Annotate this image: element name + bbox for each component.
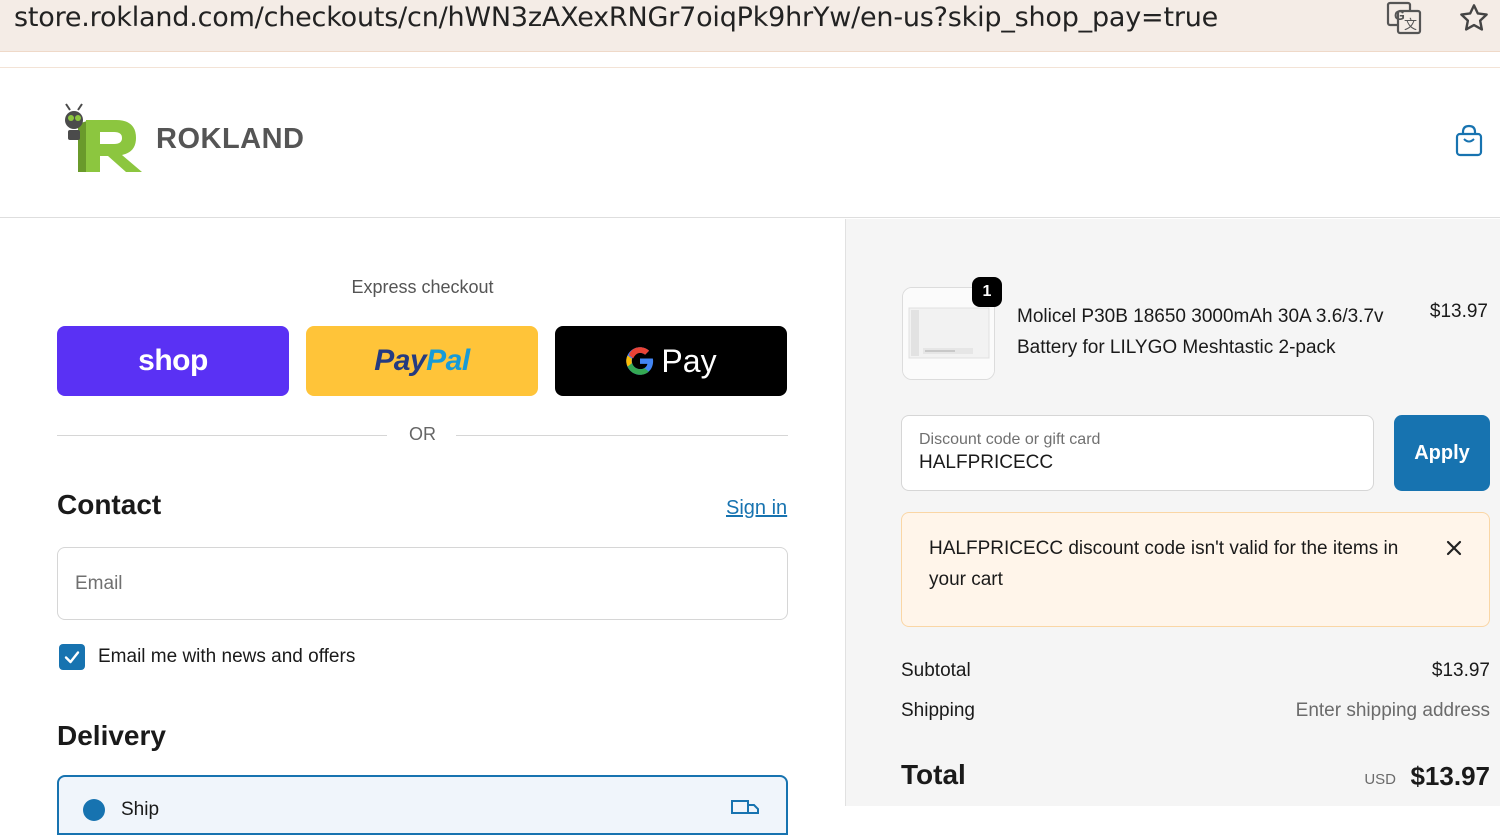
alert-message: HALFPRICECC discount code isn't valid fo… <box>929 538 1399 590</box>
radio-selected-icon <box>83 799 105 821</box>
toolbar-strip <box>0 52 1500 68</box>
cart-bag-icon[interactable] <box>1454 124 1484 163</box>
shipping-value: Enter shipping address <box>1295 700 1490 721</box>
contact-heading: Contact <box>57 489 162 520</box>
bookmark-star-icon[interactable] <box>1454 0 1494 36</box>
svg-text:文: 文 <box>1404 18 1417 33</box>
product-price: $13.97 <box>1429 301 1488 322</box>
shipping-label: Shipping <box>901 700 975 721</box>
express-checkout-label: Express checkout <box>351 277 494 297</box>
paypal-button[interactable]: PayPal <box>306 326 538 396</box>
quantity-badge: 1 <box>972 277 1002 307</box>
shop-pay-button[interactable]: shop <box>57 326 289 396</box>
truck-icon <box>731 800 759 814</box>
or-divider: OR <box>57 423 788 447</box>
subtotal-value: $13.97 <box>1431 660 1490 681</box>
discount-field-label: Discount code or gift card <box>919 431 1101 448</box>
order-summary-column: 1 Molicel P30B 18650 3000mAh 30A 3.6/3.7… <box>845 219 1500 806</box>
news-offers-checkbox[interactable] <box>59 644 85 670</box>
currency-code: USD <box>1364 771 1396 788</box>
divider-line-right <box>456 435 788 436</box>
google-g-icon <box>626 347 654 375</box>
total-label: Total <box>901 759 966 790</box>
store-logo[interactable]: ROKLAND <box>60 102 305 176</box>
subtotal-label: Subtotal <box>901 660 971 681</box>
browser-address-bar: store.rokland.com/checkouts/cn/hWN3zAXex… <box>0 0 1500 52</box>
google-pay-label: Pay <box>661 342 717 379</box>
paypal-label: PayPal <box>374 344 470 377</box>
checkmark-icon <box>64 651 80 664</box>
delivery-option-ship[interactable]: Ship <box>57 775 788 835</box>
url-text[interactable]: store.rokland.com/checkouts/cn/hWN3zAXex… <box>14 2 1218 33</box>
sign-in-link[interactable]: Sign in <box>726 497 787 520</box>
total-value: $13.97 <box>1410 761 1490 791</box>
logo-text: ROKLAND <box>156 122 305 155</box>
google-pay-button[interactable]: Pay <box>555 326 787 396</box>
store-header: ROKLAND <box>0 68 1500 218</box>
news-offers-label: Email me with news and offers <box>98 646 356 667</box>
translate-icon[interactable]: G 文 <box>1384 0 1424 36</box>
delivery-heading: Delivery <box>57 720 166 751</box>
news-offers-checkbox-row[interactable]: Email me with news and offers <box>59 644 355 670</box>
discount-code-field[interactable]: Discount code or gift card HALFPRICECC <box>901 415 1374 491</box>
shop-pay-label: shop <box>138 344 208 377</box>
discount-error-alert: HALFPRICECC discount code isn't valid fo… <box>901 512 1490 627</box>
delivery-option-label: Ship <box>121 799 160 820</box>
email-field[interactable] <box>57 547 788 620</box>
checkout-form-column: Express checkout shop PayPal Pay OR Cont… <box>0 219 845 835</box>
rokland-logo-icon <box>65 103 142 172</box>
discount-field-value[interactable]: HALFPRICECC <box>919 452 1053 474</box>
product-name: Molicel P30B 18650 3000mAh 30A 3.6/3.7v … <box>1017 306 1384 358</box>
apply-discount-button[interactable]: Apply <box>1394 415 1490 491</box>
close-icon[interactable] <box>1445 539 1463 557</box>
